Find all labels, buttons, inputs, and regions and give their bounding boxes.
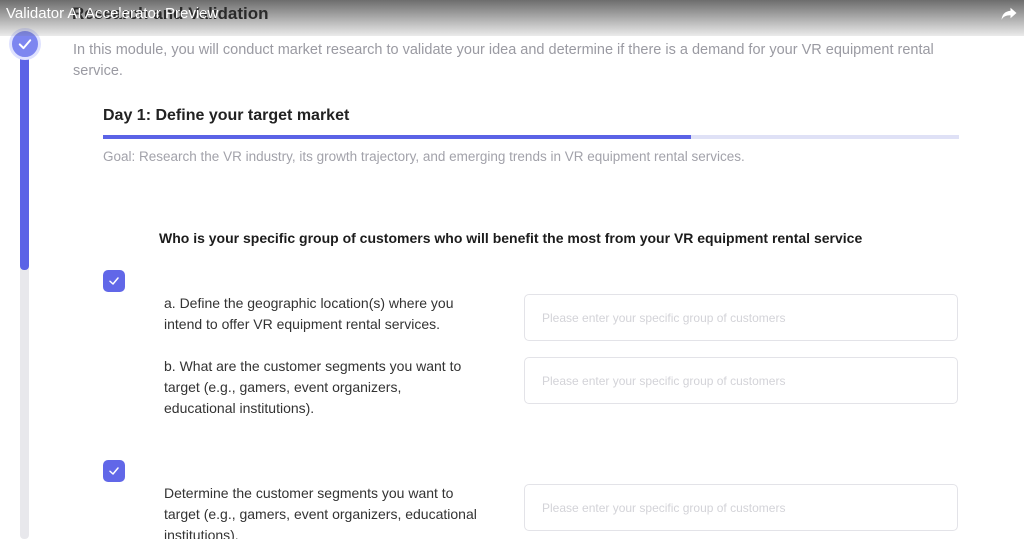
determine-segments-input[interactable] <box>524 484 958 531</box>
checkmark-icon <box>109 277 119 285</box>
day-goal: Goal: Research the VR industry, its grow… <box>103 149 745 164</box>
checkbox-group-1[interactable] <box>103 270 125 292</box>
checkmark-icon <box>18 39 32 50</box>
checkmark-icon <box>109 467 119 475</box>
question-heading: Who is your specific group of customers … <box>159 230 863 246</box>
location-input[interactable] <box>524 294 958 341</box>
day-title: Day 1: Define your target market <box>103 107 350 124</box>
checkbox-group-2[interactable] <box>103 460 125 482</box>
item-label-segments: b. What are the customer segments you wa… <box>164 358 462 416</box>
module-progress-rail-fill <box>20 40 29 270</box>
segments-input[interactable] <box>524 357 958 404</box>
item-label-location: a. Define the geographic location(s) whe… <box>164 295 454 332</box>
item-label-determine-segments: Determine the customer segments you want… <box>164 485 477 539</box>
day-progress-fill <box>103 135 692 139</box>
share-arrow-icon[interactable] <box>1000 4 1018 22</box>
module-intro: In this module, you will conduct market … <box>73 42 934 79</box>
video-title[interactable]: Validator AI Accelerator Preview <box>6 5 218 22</box>
day-progress-bar <box>103 135 959 139</box>
